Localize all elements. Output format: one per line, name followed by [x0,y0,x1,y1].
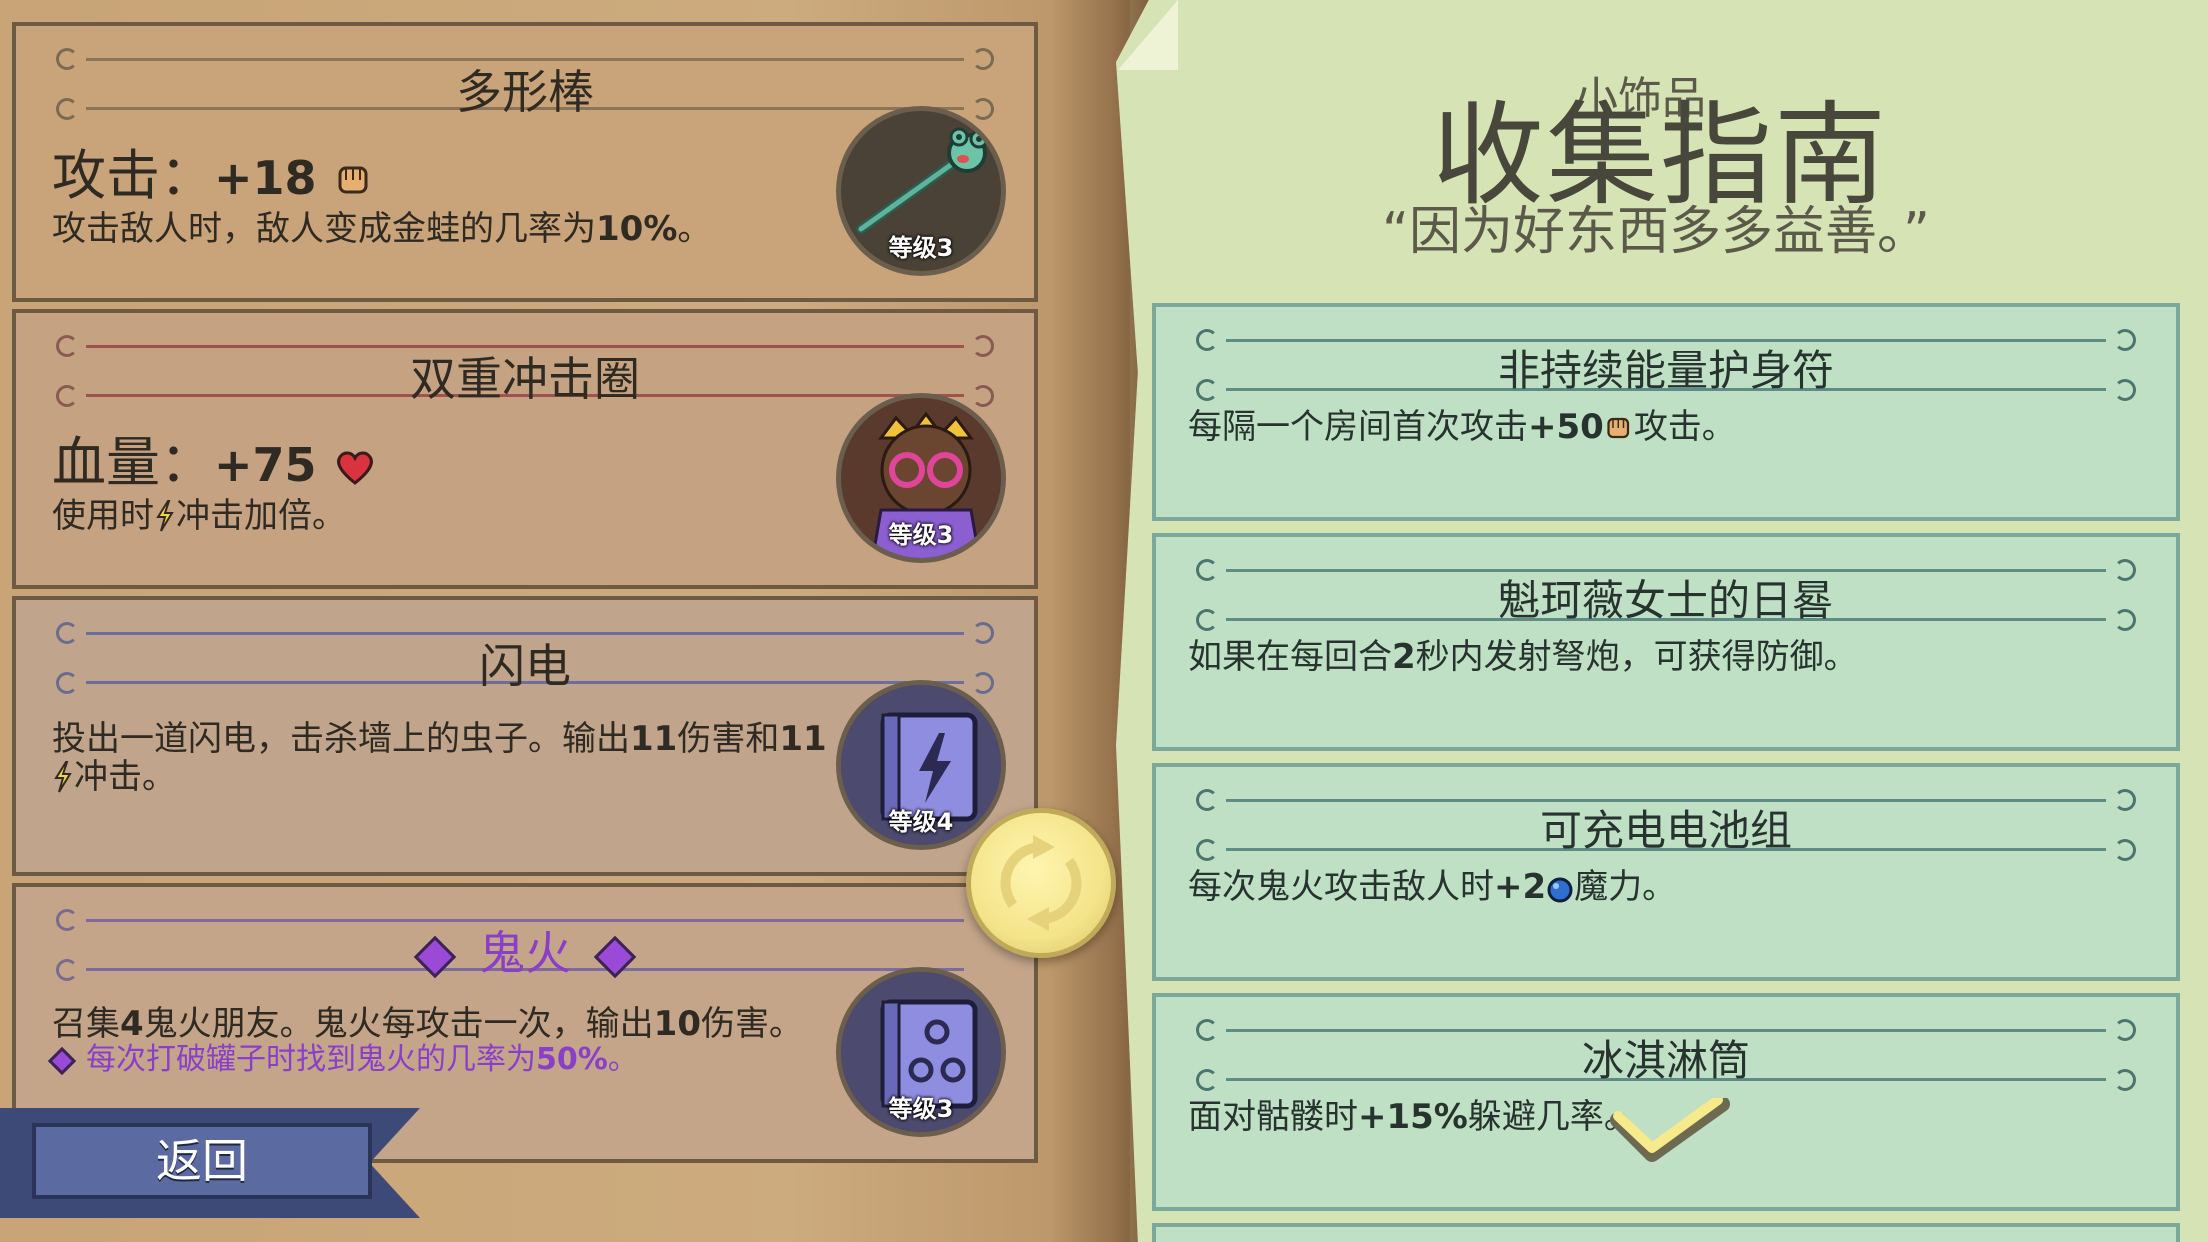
guide-item-card[interactable] [1152,1223,2180,1242]
back-button[interactable]: 返回 [32,1123,372,1199]
item-badge: 等级3 [836,393,1006,563]
refresh-icon [1000,835,1082,931]
guide-item-card[interactable]: 可充电电池组 每次鬼火攻击敌人时+2 魔力。 [1152,763,2180,981]
checkmark-icon [1610,1098,1730,1162]
stat-value: +75 [214,438,317,492]
title-band: 双重冲击圈 [46,331,1004,407]
divider [1226,799,2106,802]
stat-line: 血量：+75 [52,433,376,495]
item-description: 攻击敌人时，敌人变成金蛙的几率为10%。 [52,209,712,249]
item-card-polymorph-wand[interactable]: 多形棒 攻击：+18 攻击敌人时，敌人变成金蛙的几率为10%。 等级3 [12,22,1038,302]
guide-quote: “因为好东西多多益善。” [1382,202,1930,262]
gem-icon [47,1046,77,1075]
swap-button[interactable] [966,808,1116,958]
divider [86,58,964,61]
level-badge: 等级3 [888,1095,954,1123]
title-band: 冰淇淋筒 [1186,1015,2146,1091]
title-band: 闪电 [46,618,1004,694]
guide-item-name: 魁珂薇女士的日晷 [1497,576,1834,625]
guide-item-description: 如果在每回合2秒内发射弩炮，可获得防御。 [1188,637,1858,677]
item-name-row: 鬼火 [46,925,1004,981]
guide-item-card[interactable]: 非持续能量护身符 每隔一个房间首次攻击+50 攻击。 [1152,303,2180,521]
divider [86,632,964,635]
guide-title: 收集指南 [1432,91,1888,221]
gem-icon [414,935,457,978]
level-badge: 等级3 [888,521,954,549]
item-badge: 等级3 [836,106,1006,276]
item-description: 使用时 冲击加倍。 [52,496,346,536]
stat-label: 血量： [52,431,214,494]
stat-label: 攻击： [52,144,214,207]
lightning-icon [54,761,72,793]
item-name: 闪电 [479,639,571,693]
divider [1226,1029,2106,1032]
title-band: 魁珂薇女士的日晷 [1186,555,2146,631]
guide-item-description: 每隔一个房间首次攻击+50 攻击。 [1188,407,1736,447]
item-name: 双重冲击圈 [410,352,640,406]
item-name: 鬼火 [479,926,571,980]
stat-line: 攻击：+18 [52,146,374,208]
stat-value: +18 [214,151,317,205]
guide-item-card[interactable]: 魁珂薇女士的日晷 如果在每回合2秒内发射弩炮，可获得防御。 [1152,533,2180,751]
divider [1226,569,2106,572]
item-description: 冲击。 [52,758,176,796]
title-band: 多形棒 [46,44,1004,120]
divider [1226,339,2106,342]
guide-item-name: 非持续能量护身符 [1497,346,1834,395]
item-badge: 等级3 [836,967,1006,1137]
item-name: 多形棒 [456,65,594,119]
gem-icon [593,935,636,978]
guide-item-description: 每次鬼火攻击敌人时+2 魔力。 [1188,867,1677,907]
item-description: 召集4鬼火朋友。鬼火每攻击一次，输出10伤害。 [52,1004,803,1044]
title-band: 鬼火 [46,905,1004,981]
mana-orb-icon [1547,877,1573,903]
guide-item-name: 可充电电池组 [1539,806,1792,855]
heart-icon [336,451,373,485]
level-badge: 等级3 [888,234,954,262]
title-band: 非持续能量护身符 [1186,325,2146,401]
fist-icon [1607,417,1629,439]
divider [86,345,964,348]
item-bonus: 每次打破罐子时找到鬼火的几率为50%。 [47,1041,638,1079]
lightning-icon [156,500,174,532]
item-card-lightning[interactable]: 闪电 投出一道闪电，击杀墙上的虫子。输出11伤害和11 冲击。 等级4 [12,596,1038,876]
divider [86,919,964,922]
item-description: 投出一道闪电，击杀墙上的虫子。输出11伤害和11 [52,719,827,759]
item-card-double-impact-ring[interactable]: 双重冲击圈 血量：+75 使用时 冲击加倍。 等级3 [12,309,1038,589]
title-band: 可充电电池组 [1186,785,2146,861]
guide-item-name: 冰淇淋筒 [1581,1036,1750,1085]
guide-item-description: 面对骷髅时+15%躲避几率。 [1188,1097,1638,1137]
fist-icon [338,166,368,194]
